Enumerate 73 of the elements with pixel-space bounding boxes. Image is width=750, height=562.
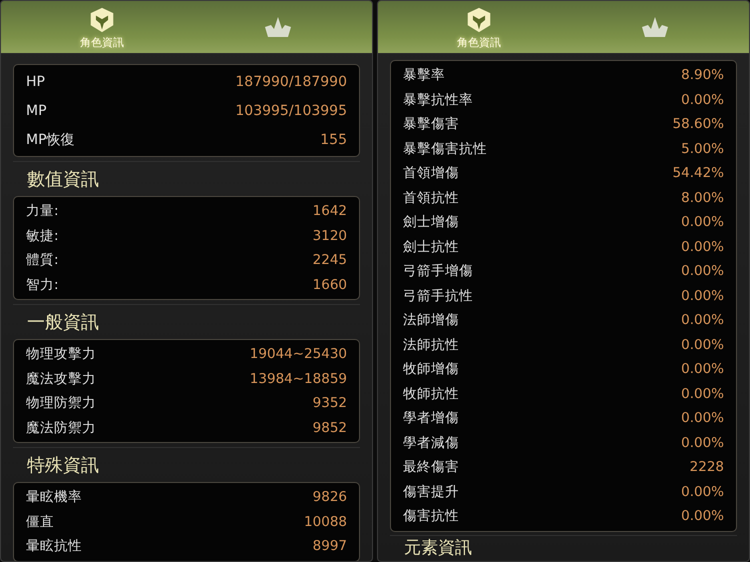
stat-value: 8997: [312, 538, 347, 554]
stat-label: 僵直: [26, 512, 54, 531]
stat-value: 1660: [312, 276, 347, 293]
stat-value: 0.00%: [681, 434, 724, 451]
stat-value: 103995/103995: [235, 102, 347, 118]
stat-value: 0.00%: [681, 288, 724, 304]
stat-value: 2228: [690, 459, 724, 476]
stat-label: 暴擊傷害抗性: [403, 140, 487, 158]
stat-value: 9852: [312, 420, 347, 436]
stat-value: 0.00%: [681, 214, 724, 230]
stat-value: 58.60%: [672, 116, 724, 132]
stat-label: 暈眩抗性: [26, 537, 82, 556]
stat-value: 0.00%: [681, 410, 724, 426]
stat-value: 54.42%: [672, 165, 724, 182]
stat-label: 學者減傷: [403, 434, 459, 452]
stat-value: 5.00%: [681, 140, 724, 157]
stat-value: 9352: [312, 395, 347, 412]
stat-label: 弓箭手抗性: [403, 286, 473, 305]
stat-label: 最終傷害: [403, 458, 459, 476]
stat-value: 187990/187990: [235, 74, 347, 90]
stat-value: 0.00%: [681, 263, 724, 280]
stat-value: 0.00%: [681, 508, 724, 524]
stat-value: 8.90%: [681, 67, 724, 84]
helmet-icon: [466, 7, 492, 33]
stat-label: 暴擊傷害: [403, 115, 459, 134]
stat-label: HP: [26, 74, 45, 90]
stat-value: 0.00%: [681, 336, 724, 353]
stat-value: 2245: [312, 252, 347, 268]
stat-label: 傷害抗性: [403, 507, 459, 526]
stat-value: 0.00%: [681, 238, 724, 255]
stat-label: 法師增傷: [403, 311, 459, 330]
helmet-icon: [89, 7, 115, 33]
stat-value: 155: [320, 132, 347, 148]
stat-label: 敏捷:: [26, 226, 59, 245]
stat-value: 9826: [312, 489, 347, 506]
stat-value: 0.00%: [681, 92, 724, 108]
stat-value: 0.00%: [681, 386, 724, 402]
stat-label: 弓箭手增傷: [403, 262, 473, 280]
stat-value: 1642: [312, 203, 347, 220]
stat-label: 法師抗性: [403, 336, 459, 354]
stat-value: 3120: [312, 228, 347, 244]
stat-value: 0.00%: [681, 312, 724, 328]
stat-label: 學者增傷: [403, 409, 459, 428]
stat-value: 0.00%: [681, 361, 724, 378]
stat-label: 首領抗性: [403, 188, 459, 207]
stat-label: 暴擊抗性率: [403, 90, 473, 109]
stat-label: MP: [26, 102, 47, 118]
stat-label: 劍士增傷: [403, 213, 459, 232]
stat-label: 力量:: [26, 202, 59, 220]
stat-value: 8.00%: [681, 190, 724, 206]
stat-value: 13984~18859: [250, 370, 347, 387]
stat-label: 物理防禦力: [26, 394, 96, 412]
stat-label: 首領增傷: [403, 164, 459, 182]
stat-label: 魔法攻擊力: [26, 370, 96, 388]
stat-label: 智力:: [26, 276, 59, 294]
stat-label: 物理攻擊力: [26, 345, 96, 364]
stat-value: 19044~25430: [250, 346, 347, 362]
crown-icon: [263, 15, 293, 39]
stat-label: 劍士抗性: [403, 238, 459, 256]
stat-label: 牧師增傷: [403, 360, 459, 378]
stat-label: MP恢復: [26, 130, 75, 148]
stat-label: 牧師抗性: [403, 384, 459, 403]
stat-value: 0.00%: [681, 484, 724, 500]
tab[interactable]: 角色資訊: [446, 1, 512, 53]
crown-icon: [640, 15, 670, 39]
stat-label: 傷害提升: [403, 482, 459, 501]
stat-label: 暈眩機率: [26, 488, 82, 506]
stat-label: 魔法防禦力: [26, 418, 96, 437]
stat-label: 暴擊率: [403, 66, 445, 84]
tab[interactable]: 角色資訊: [69, 1, 135, 53]
stat-value: 10088: [304, 514, 347, 530]
section-title: 元素資訊: [390, 534, 737, 560]
stat-label: 體質:: [26, 251, 59, 270]
